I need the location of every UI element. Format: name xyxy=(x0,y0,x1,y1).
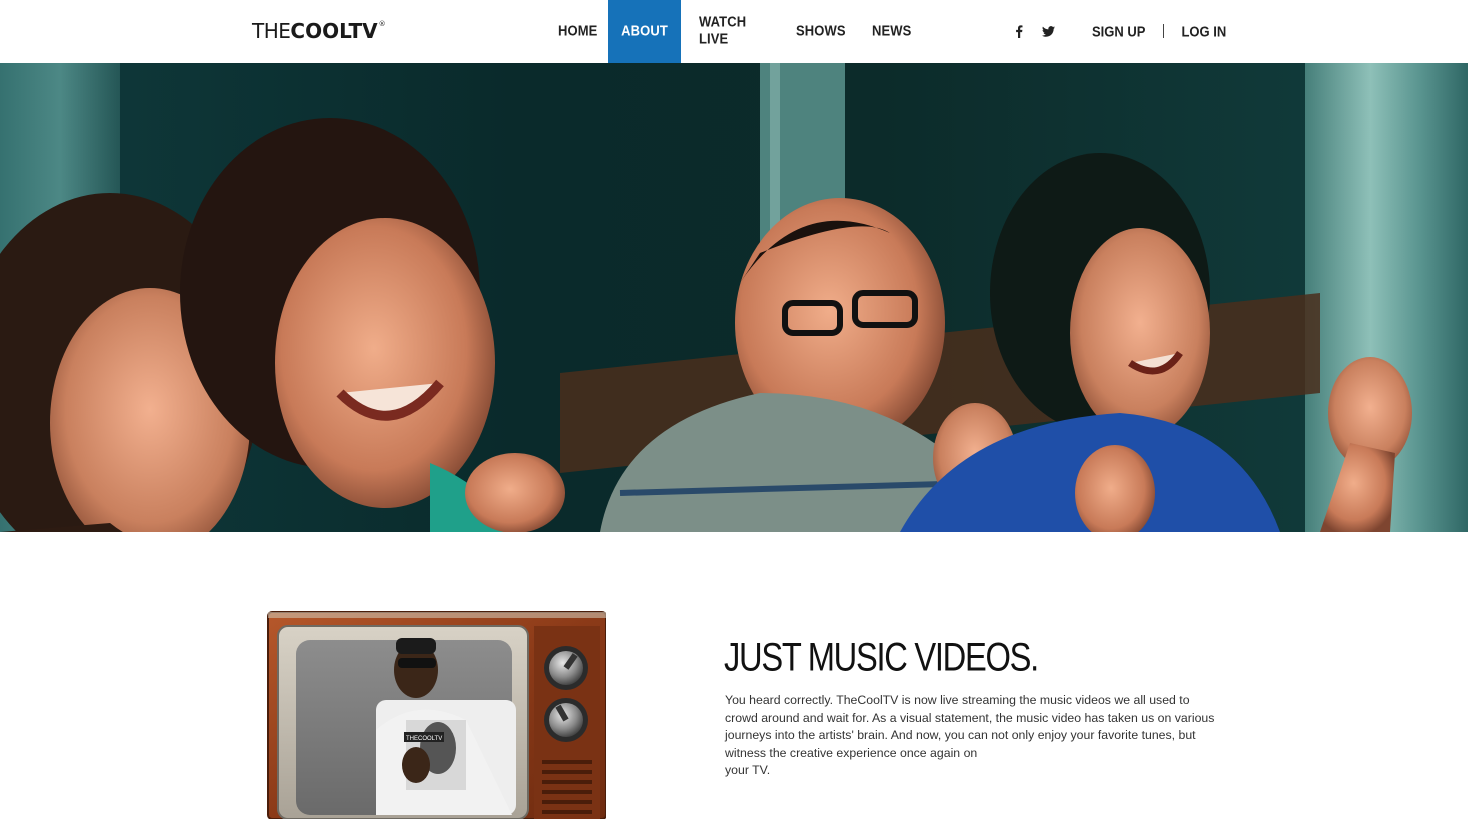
about-paragraph-line: journeys into the artists' brain. And no… xyxy=(725,728,1196,743)
logo-registered-mark: ® xyxy=(378,20,386,28)
about-paragraph-line: crowd around and wait for. As a visual s… xyxy=(725,710,1215,725)
nav-item-watch-live[interactable]: WATCH LIVE xyxy=(681,0,778,64)
logo-text-the: THE xyxy=(252,19,291,43)
account-links: SIGN UP LOG IN xyxy=(1092,22,1226,40)
main-nav: HOME ABOUT WATCH LIVE SHOWS NEWS xyxy=(540,0,924,64)
tv-illustration: THECOOLTV xyxy=(267,611,607,820)
nav-item-home[interactable]: HOME xyxy=(540,0,608,64)
logo-text-cooltv: COOLTV xyxy=(290,19,378,43)
about-paragraph-line: your TV. xyxy=(725,763,771,778)
retro-tv-image: THECOOLTV xyxy=(266,610,607,820)
nav-item-shows[interactable]: SHOWS xyxy=(778,0,854,64)
twitter-icon[interactable] xyxy=(1042,22,1055,40)
hero-image xyxy=(0,63,1468,532)
about-paragraph: You heard correctly. TheCoolTV is now li… xyxy=(725,692,1225,780)
about-paragraph-line: witness the creative experience once aga… xyxy=(725,745,978,760)
account-divider xyxy=(1163,24,1165,38)
tv-screen-label: THECOOLTV xyxy=(406,736,442,742)
nav-item-about[interactable]: ABOUT xyxy=(608,0,681,64)
site-logo[interactable]: THE COOLTV ® xyxy=(252,19,386,43)
site-header: THE COOLTV ® HOME ABOUT WATCH LIVE SHOWS N… xyxy=(0,0,1468,64)
nav-item-news[interactable]: NEWS xyxy=(854,0,924,64)
about-headline: JUST MUSIC VIDEOS. xyxy=(724,636,1039,681)
signup-link[interactable]: SIGN UP xyxy=(1092,23,1145,40)
login-link[interactable]: LOG IN xyxy=(1181,23,1226,40)
facebook-icon[interactable] xyxy=(1015,22,1023,40)
hero-photo xyxy=(0,63,1468,532)
about-paragraph-line: You heard correctly. TheCoolTV is now li… xyxy=(725,693,1190,707)
